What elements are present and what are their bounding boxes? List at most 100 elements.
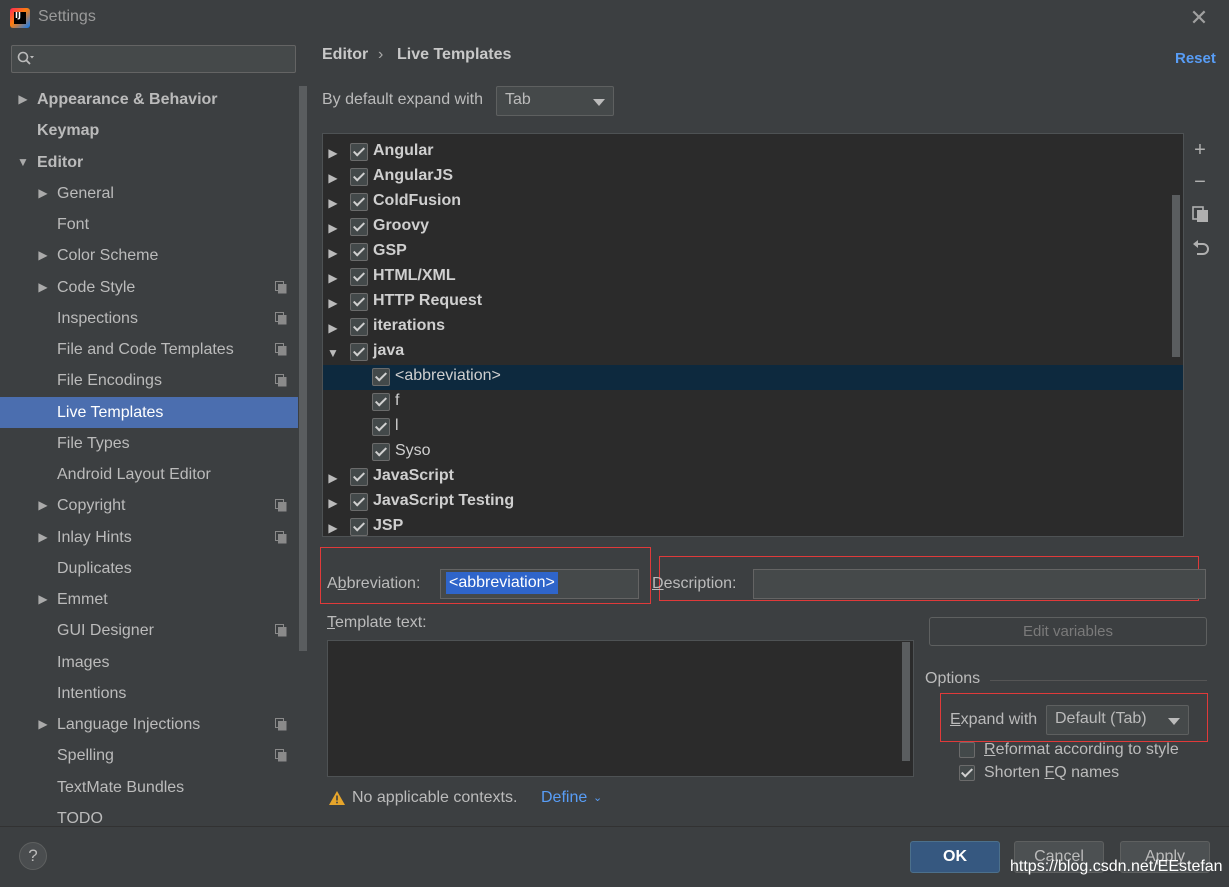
template-group-row[interactable]: ▶ iterations (323, 315, 1183, 340)
template-checkbox[interactable] (350, 318, 368, 336)
sidebar-item-font[interactable]: Font (0, 209, 298, 240)
template-checkbox[interactable] (350, 193, 368, 211)
expand-arrow-right-icon[interactable]: ▶ (327, 471, 339, 485)
expand-arrow-right-icon[interactable]: ▶ (327, 246, 339, 260)
undo-icon[interactable] (1191, 238, 1211, 258)
template-checkbox[interactable] (350, 243, 368, 261)
sidebar-item-general[interactable]: ▶ General (0, 178, 298, 209)
expand-arrow-right-icon[interactable]: ▶ (327, 496, 339, 510)
edit-variables-button[interactable]: Edit variables (929, 617, 1207, 646)
template-group-row[interactable]: ▶ ColdFusion (323, 190, 1183, 215)
expand-default-select[interactable]: Tab (496, 86, 614, 116)
expand-with-select[interactable]: Default (Tab) (1046, 705, 1189, 735)
template-checkbox[interactable] (350, 468, 368, 486)
template-checkbox[interactable] (350, 268, 368, 286)
expand-arrow-right-icon[interactable]: ▶ (36, 584, 50, 615)
minus-icon[interactable]: − (1188, 170, 1212, 194)
reformat-label[interactable]: Reformat according to style (984, 741, 1179, 759)
sidebar-item-language-injections[interactable]: ▶ Language Injections (0, 709, 298, 740)
reset-link[interactable]: Reset (1175, 50, 1216, 67)
search-input[interactable] (11, 45, 296, 73)
chevron-down-icon[interactable]: ⌄ (593, 791, 602, 804)
expand-arrow-right-icon[interactable]: ▶ (36, 709, 50, 740)
sidebar-scroll-thumb[interactable] (299, 86, 307, 651)
abbreviation-value[interactable]: <abbreviation> (446, 572, 558, 594)
sidebar-item-gui-designer[interactable]: GUI Designer (0, 615, 298, 646)
expand-arrow-right-icon[interactable]: ▶ (36, 240, 50, 271)
template-checkbox[interactable] (372, 393, 390, 411)
template-group-row[interactable]: ▼ java (323, 340, 1183, 365)
sidebar-item-file-and-code-templates[interactable]: File and Code Templates (0, 334, 298, 365)
sidebar-item-intentions[interactable]: Intentions (0, 678, 298, 709)
expand-arrow-right-icon[interactable]: ▶ (327, 521, 339, 535)
sidebar-item-keymap[interactable]: Keymap (0, 115, 298, 146)
expand-arrow-right-icon[interactable]: ▶ (16, 84, 30, 115)
template-group-row[interactable]: ▶ Angular (323, 140, 1183, 165)
sidebar-item-copyright[interactable]: ▶ Copyright (0, 490, 298, 521)
template-group-row[interactable]: ▶ JavaScript Testing (323, 490, 1183, 515)
sidebar-item-android-layout-editor[interactable]: Android Layout Editor (0, 459, 298, 490)
sidebar-item-inlay-hints[interactable]: ▶ Inlay Hints (0, 522, 298, 553)
description-field[interactable] (753, 569, 1206, 599)
expand-arrow-right-icon[interactable]: ▶ (327, 296, 339, 310)
sidebar-item-emmet[interactable]: ▶ Emmet (0, 584, 298, 615)
sidebar-item-code-style[interactable]: ▶ Code Style (0, 272, 298, 303)
sidebar-item-duplicates[interactable]: Duplicates (0, 553, 298, 584)
template-checkbox[interactable] (350, 168, 368, 186)
template-text-scroll-thumb[interactable] (902, 642, 910, 761)
template-text-editor[interactable] (327, 640, 914, 777)
template-checkbox[interactable] (372, 368, 390, 386)
sidebar-item-color-scheme[interactable]: ▶ Color Scheme (0, 240, 298, 271)
ok-button[interactable]: OK (910, 841, 1000, 873)
template-item-row[interactable]: <abbreviation> (323, 365, 1183, 390)
sidebar-item-inspections[interactable]: Inspections (0, 303, 298, 334)
expand-arrow-right-icon[interactable]: ▶ (327, 171, 339, 185)
sidebar-item-file-encodings[interactable]: File Encodings (0, 365, 298, 396)
template-group-row[interactable]: ▶ HTTP Request (323, 290, 1183, 315)
sidebar-item-live-templates[interactable]: Live Templates (0, 397, 298, 428)
template-checkbox[interactable] (350, 143, 368, 161)
expand-arrow-right-icon[interactable]: ▶ (36, 522, 50, 553)
reformat-checkbox[interactable] (959, 742, 975, 758)
template-checkbox[interactable] (350, 518, 368, 536)
template-group-row[interactable]: ▶ JavaScript (323, 465, 1183, 490)
sidebar-item-spelling[interactable]: Spelling (0, 740, 298, 771)
expand-arrow-right-icon[interactable]: ▶ (36, 490, 50, 521)
template-group-row[interactable]: ▶ Groovy (323, 215, 1183, 240)
plus-icon[interactable]: + (1188, 138, 1212, 162)
template-checkbox[interactable] (350, 493, 368, 511)
tree-scroll-thumb[interactable] (1172, 195, 1180, 357)
expand-arrow-right-icon[interactable]: ▶ (327, 221, 339, 235)
help-button[interactable]: ? (19, 842, 47, 870)
template-checkbox[interactable] (350, 343, 368, 361)
template-item-row[interactable]: l (323, 415, 1183, 440)
templates-tree[interactable]: ▶ Angular ▶ AngularJS ▶ ColdFusion ▶ Groovy ▶ GSP… (322, 133, 1184, 537)
template-checkbox[interactable] (350, 293, 368, 311)
template-group-row[interactable]: ▶ GSP (323, 240, 1183, 265)
template-checkbox[interactable] (372, 443, 390, 461)
expand-arrow-right-icon[interactable]: ▶ (327, 146, 339, 160)
sidebar-item-appearance-behavior[interactable]: ▶ Appearance & Behavior (0, 84, 298, 115)
sidebar-item-file-types[interactable]: File Types (0, 428, 298, 459)
sidebar-item-editor[interactable]: ▼ Editor (0, 147, 298, 178)
sidebar-item-textmate-bundles[interactable]: TextMate Bundles (0, 772, 298, 803)
expand-arrow-right-icon[interactable]: ▶ (327, 271, 339, 285)
breadcrumb-editor[interactable]: Editor (322, 46, 368, 64)
expand-arrow-right-icon[interactable]: ▶ (327, 196, 339, 210)
template-group-row[interactable]: ▶ JSP (323, 515, 1183, 536)
template-item-row[interactable]: Syso (323, 440, 1183, 465)
template-checkbox[interactable] (372, 418, 390, 436)
template-item-row[interactable]: f (323, 390, 1183, 415)
define-link[interactable]: Define (541, 789, 587, 807)
template-group-row[interactable]: ▶ HTML/XML (323, 265, 1183, 290)
expand-arrow-down-icon[interactable]: ▼ (16, 147, 30, 178)
copy-icon[interactable] (1192, 206, 1210, 224)
expand-arrow-down-icon[interactable]: ▼ (327, 346, 339, 360)
expand-arrow-right-icon[interactable]: ▶ (327, 321, 339, 335)
template-checkbox[interactable] (350, 218, 368, 236)
sidebar-item-images[interactable]: Images (0, 647, 298, 678)
expand-arrow-right-icon[interactable]: ▶ (36, 178, 50, 209)
close-icon[interactable]: ✕ (1187, 6, 1211, 30)
expand-arrow-right-icon[interactable]: ▶ (36, 272, 50, 303)
shorten-fq-label[interactable]: Shorten FQ names (984, 764, 1119, 782)
